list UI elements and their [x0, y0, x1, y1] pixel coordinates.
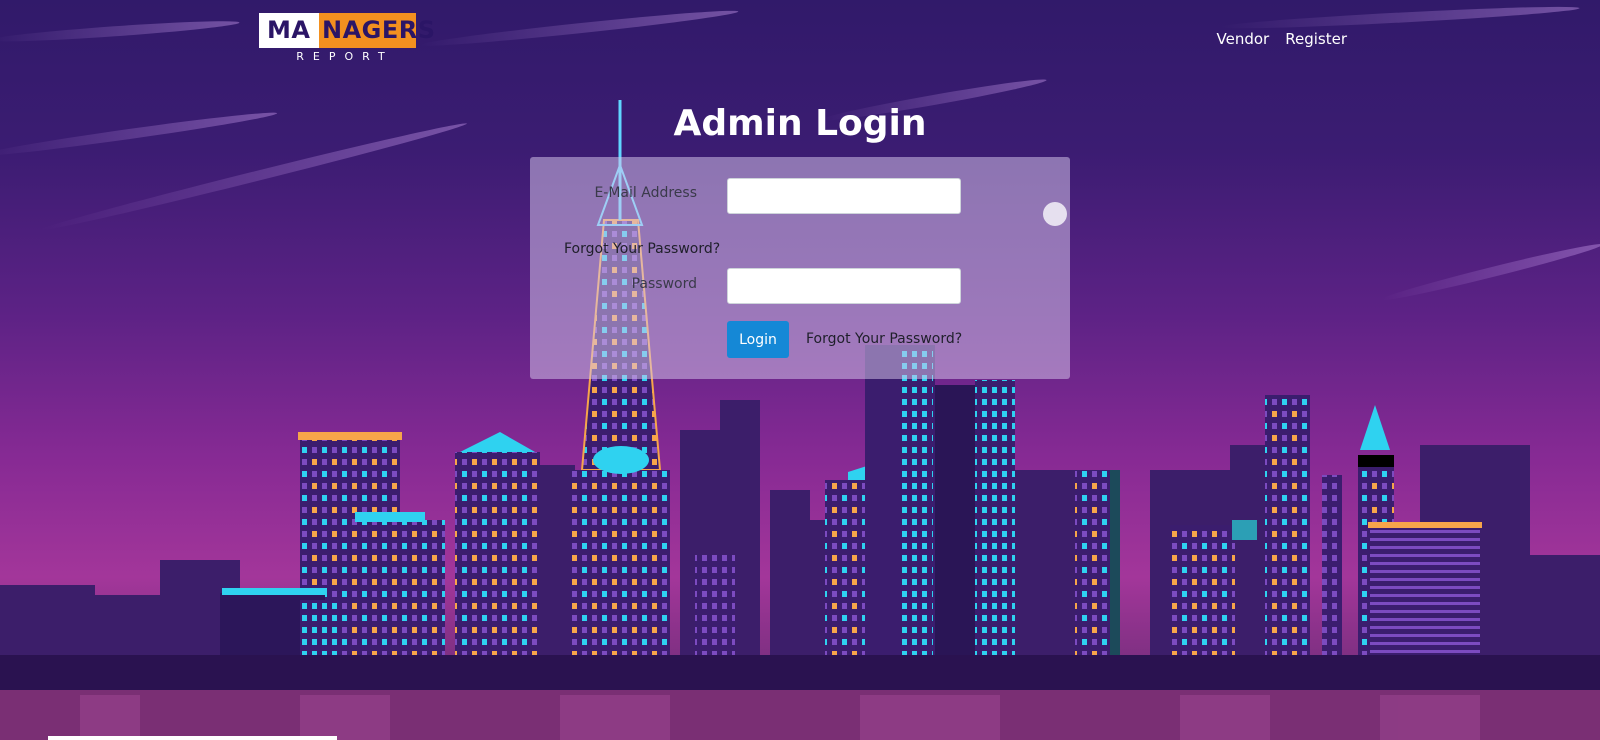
- page: MA NAGERS REPORT Vendor Register Admin L…: [0, 0, 1600, 740]
- horizontal-scrollbar-thumb[interactable]: [48, 736, 337, 740]
- floating-toggle-dot[interactable]: [1043, 202, 1067, 226]
- login-button[interactable]: Login: [727, 321, 789, 358]
- logo-wordmark: MA NAGERS: [259, 13, 435, 48]
- login-form-card: E-Mail Address Forgot Your Password? Pas…: [530, 157, 1070, 379]
- page-title: Admin Login: [673, 103, 927, 144]
- email-input[interactable]: [727, 178, 961, 214]
- forgot-password-link-top[interactable]: Forgot Your Password?: [564, 241, 720, 257]
- logo-subtitle: REPORT: [296, 50, 394, 63]
- brand-logo[interactable]: MA NAGERS REPORT: [259, 13, 435, 65]
- email-label: E-Mail Address: [594, 185, 697, 201]
- forgot-password-link[interactable]: Forgot Your Password?: [806, 331, 962, 347]
- nav-register-link[interactable]: Register: [1285, 30, 1347, 48]
- password-label: Password: [631, 276, 697, 292]
- logo-text-nagers: NAGERS: [319, 13, 435, 48]
- password-input[interactable]: [727, 268, 961, 304]
- top-nav: Vendor Register: [1217, 30, 1347, 48]
- logo-text-ma: MA: [259, 13, 319, 48]
- nav-vendor-link[interactable]: Vendor: [1217, 30, 1270, 48]
